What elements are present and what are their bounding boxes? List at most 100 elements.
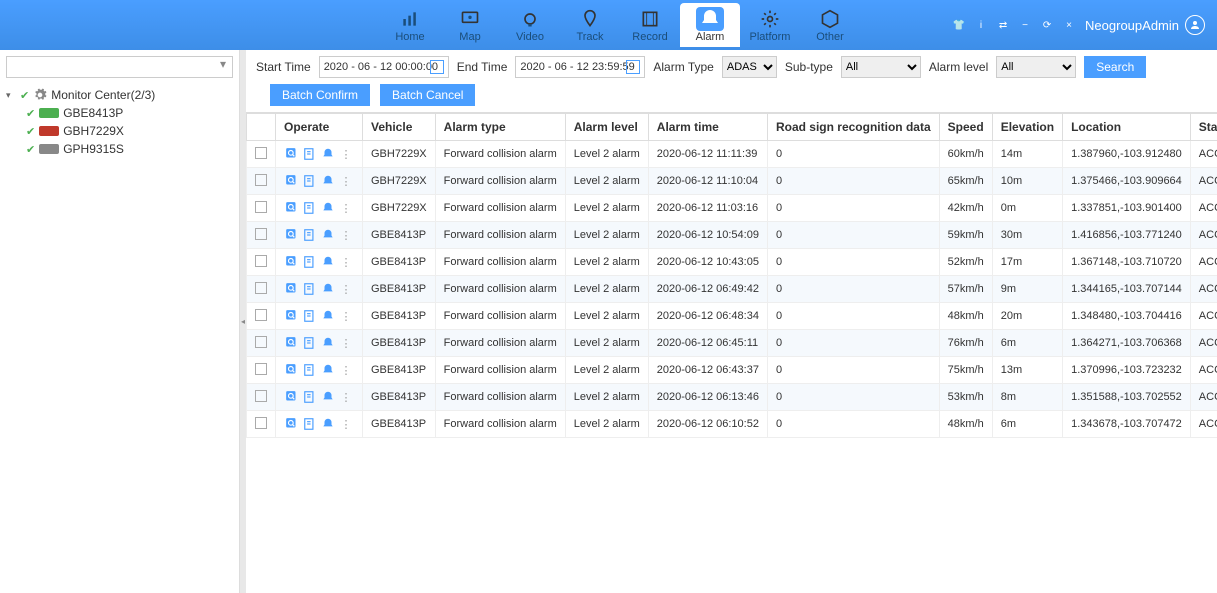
- nav-other[interactable]: Other: [800, 3, 860, 47]
- start-time-input[interactable]: 2020 - 06 - 12 00:00:00: [319, 56, 449, 78]
- alarm-icon[interactable]: [320, 173, 336, 189]
- row-checkbox[interactable]: [255, 147, 267, 159]
- batch-confirm-button[interactable]: Batch Confirm: [270, 84, 370, 106]
- col-header[interactable]: Operate: [276, 114, 363, 141]
- row-checkbox[interactable]: [255, 309, 267, 321]
- more-icon[interactable]: ⋮: [338, 173, 354, 189]
- row-checkbox[interactable]: [255, 282, 267, 294]
- more-icon[interactable]: ⋮: [338, 335, 354, 351]
- col-header[interactable]: Speed: [939, 114, 992, 141]
- check-icon[interactable]: ✔: [26, 125, 35, 138]
- zoom-icon[interactable]: [284, 281, 300, 297]
- sub-type-select[interactable]: All: [841, 56, 921, 78]
- col-header[interactable]: Location: [1063, 114, 1191, 141]
- more-icon[interactable]: ⋮: [338, 362, 354, 378]
- table-row[interactable]: ⋮GBH7229XForward collision alarmLevel 2 …: [247, 195, 1217, 222]
- more-icon[interactable]: ⋮: [338, 389, 354, 405]
- user-area[interactable]: NeogroupAdmin: [1085, 15, 1205, 35]
- table-row[interactable]: ⋮GBE8413PForward collision alarmLevel 2 …: [247, 330, 1217, 357]
- alarm-icon[interactable]: [320, 335, 336, 351]
- zoom-icon[interactable]: [284, 200, 300, 216]
- more-icon[interactable]: ⋮: [338, 416, 354, 432]
- nav-record[interactable]: Record: [620, 3, 680, 47]
- refresh-icon[interactable]: ⟳: [1039, 17, 1055, 33]
- detail-icon[interactable]: [302, 227, 318, 243]
- nav-platform[interactable]: Platform: [740, 3, 800, 47]
- more-icon[interactable]: ⋮: [338, 308, 354, 324]
- batch-cancel-button[interactable]: Batch Cancel: [380, 84, 475, 106]
- zoom-icon[interactable]: [284, 254, 300, 270]
- row-checkbox[interactable]: [255, 336, 267, 348]
- minimize-icon[interactable]: −: [1017, 17, 1033, 33]
- detail-icon[interactable]: [302, 362, 318, 378]
- zoom-icon[interactable]: [284, 335, 300, 351]
- zoom-icon[interactable]: [284, 416, 300, 432]
- row-checkbox[interactable]: [255, 201, 267, 213]
- col-header[interactable]: Vehicle: [363, 114, 436, 141]
- table-row[interactable]: ⋮GBE8413PForward collision alarmLevel 2 …: [247, 411, 1217, 438]
- table-row[interactable]: ⋮GBE8413PForward collision alarmLevel 2 …: [247, 276, 1217, 303]
- collapse-icon[interactable]: ▾: [6, 90, 16, 101]
- more-icon[interactable]: ⋮: [338, 200, 354, 216]
- zoom-icon[interactable]: [284, 308, 300, 324]
- row-checkbox[interactable]: [255, 255, 267, 267]
- nav-alarm[interactable]: Alarm: [680, 3, 740, 47]
- alarm-icon[interactable]: [320, 308, 336, 324]
- alarm-icon[interactable]: [320, 389, 336, 405]
- col-header[interactable]: Elevation: [992, 114, 1062, 141]
- check-icon[interactable]: ✔: [20, 89, 29, 102]
- nav-track[interactable]: Track: [560, 3, 620, 47]
- tree-root[interactable]: ▾ ✔ Monitor Center(2/3): [6, 86, 233, 104]
- table-row[interactable]: ⋮GBE8413PForward collision alarmLevel 2 …: [247, 303, 1217, 330]
- close-icon[interactable]: ×: [1061, 17, 1077, 33]
- zoom-icon[interactable]: [284, 227, 300, 243]
- nav-video[interactable]: Video: [500, 3, 560, 47]
- detail-icon[interactable]: [302, 308, 318, 324]
- alarm-icon[interactable]: [320, 281, 336, 297]
- alarm-icon[interactable]: [320, 416, 336, 432]
- table-row[interactable]: ⋮GBE8413PForward collision alarmLevel 2 …: [247, 384, 1217, 411]
- alarm-icon[interactable]: [320, 200, 336, 216]
- col-header[interactable]: Alarm time: [648, 114, 767, 141]
- more-icon[interactable]: ⋮: [338, 281, 354, 297]
- row-checkbox[interactable]: [255, 417, 267, 429]
- link-icon[interactable]: ⇄: [995, 17, 1011, 33]
- col-header[interactable]: Status: [1190, 114, 1217, 141]
- sidebar-search[interactable]: [6, 56, 233, 78]
- alarm-icon[interactable]: [320, 362, 336, 378]
- nav-home[interactable]: Home: [380, 3, 440, 47]
- row-checkbox[interactable]: [255, 390, 267, 402]
- more-icon[interactable]: ⋮: [338, 254, 354, 270]
- alarm-icon[interactable]: [320, 227, 336, 243]
- search-button[interactable]: Search: [1084, 56, 1146, 78]
- col-header[interactable]: Alarm level: [565, 114, 648, 141]
- tree-vehicle[interactable]: ✔GPH9315S: [6, 140, 233, 158]
- check-icon[interactable]: ✔: [26, 107, 35, 120]
- detail-icon[interactable]: [302, 200, 318, 216]
- alarm-icon[interactable]: [320, 254, 336, 270]
- row-checkbox[interactable]: [255, 363, 267, 375]
- end-time-input[interactable]: 2020 - 06 - 12 23:59:59: [515, 56, 645, 78]
- info-icon[interactable]: i: [973, 17, 989, 33]
- table-row[interactable]: ⋮GBH7229XForward collision alarmLevel 2 …: [247, 168, 1217, 195]
- check-icon[interactable]: ✔: [26, 143, 35, 156]
- detail-icon[interactable]: [302, 254, 318, 270]
- col-header[interactable]: Alarm type: [435, 114, 565, 141]
- alarm-type-select[interactable]: ADAS: [722, 56, 777, 78]
- row-checkbox[interactable]: [255, 174, 267, 186]
- detail-icon[interactable]: [302, 281, 318, 297]
- alarm-icon[interactable]: [320, 146, 336, 162]
- detail-icon[interactable]: [302, 389, 318, 405]
- tshirt-icon[interactable]: 👕: [951, 17, 967, 33]
- tree-vehicle[interactable]: ✔GBE8413P: [6, 104, 233, 122]
- col-header[interactable]: Road sign recognition data: [767, 114, 939, 141]
- alarm-level-select[interactable]: All: [996, 56, 1076, 78]
- zoom-icon[interactable]: [284, 146, 300, 162]
- table-row[interactable]: ⋮GBE8413PForward collision alarmLevel 2 …: [247, 249, 1217, 276]
- detail-icon[interactable]: [302, 335, 318, 351]
- tree-vehicle[interactable]: ✔GBH7229X: [6, 122, 233, 140]
- detail-icon[interactable]: [302, 146, 318, 162]
- alarm-table-wrap[interactable]: OperateVehicleAlarm typeAlarm levelAlarm…: [246, 112, 1217, 593]
- zoom-icon[interactable]: [284, 389, 300, 405]
- more-icon[interactable]: ⋮: [338, 146, 354, 162]
